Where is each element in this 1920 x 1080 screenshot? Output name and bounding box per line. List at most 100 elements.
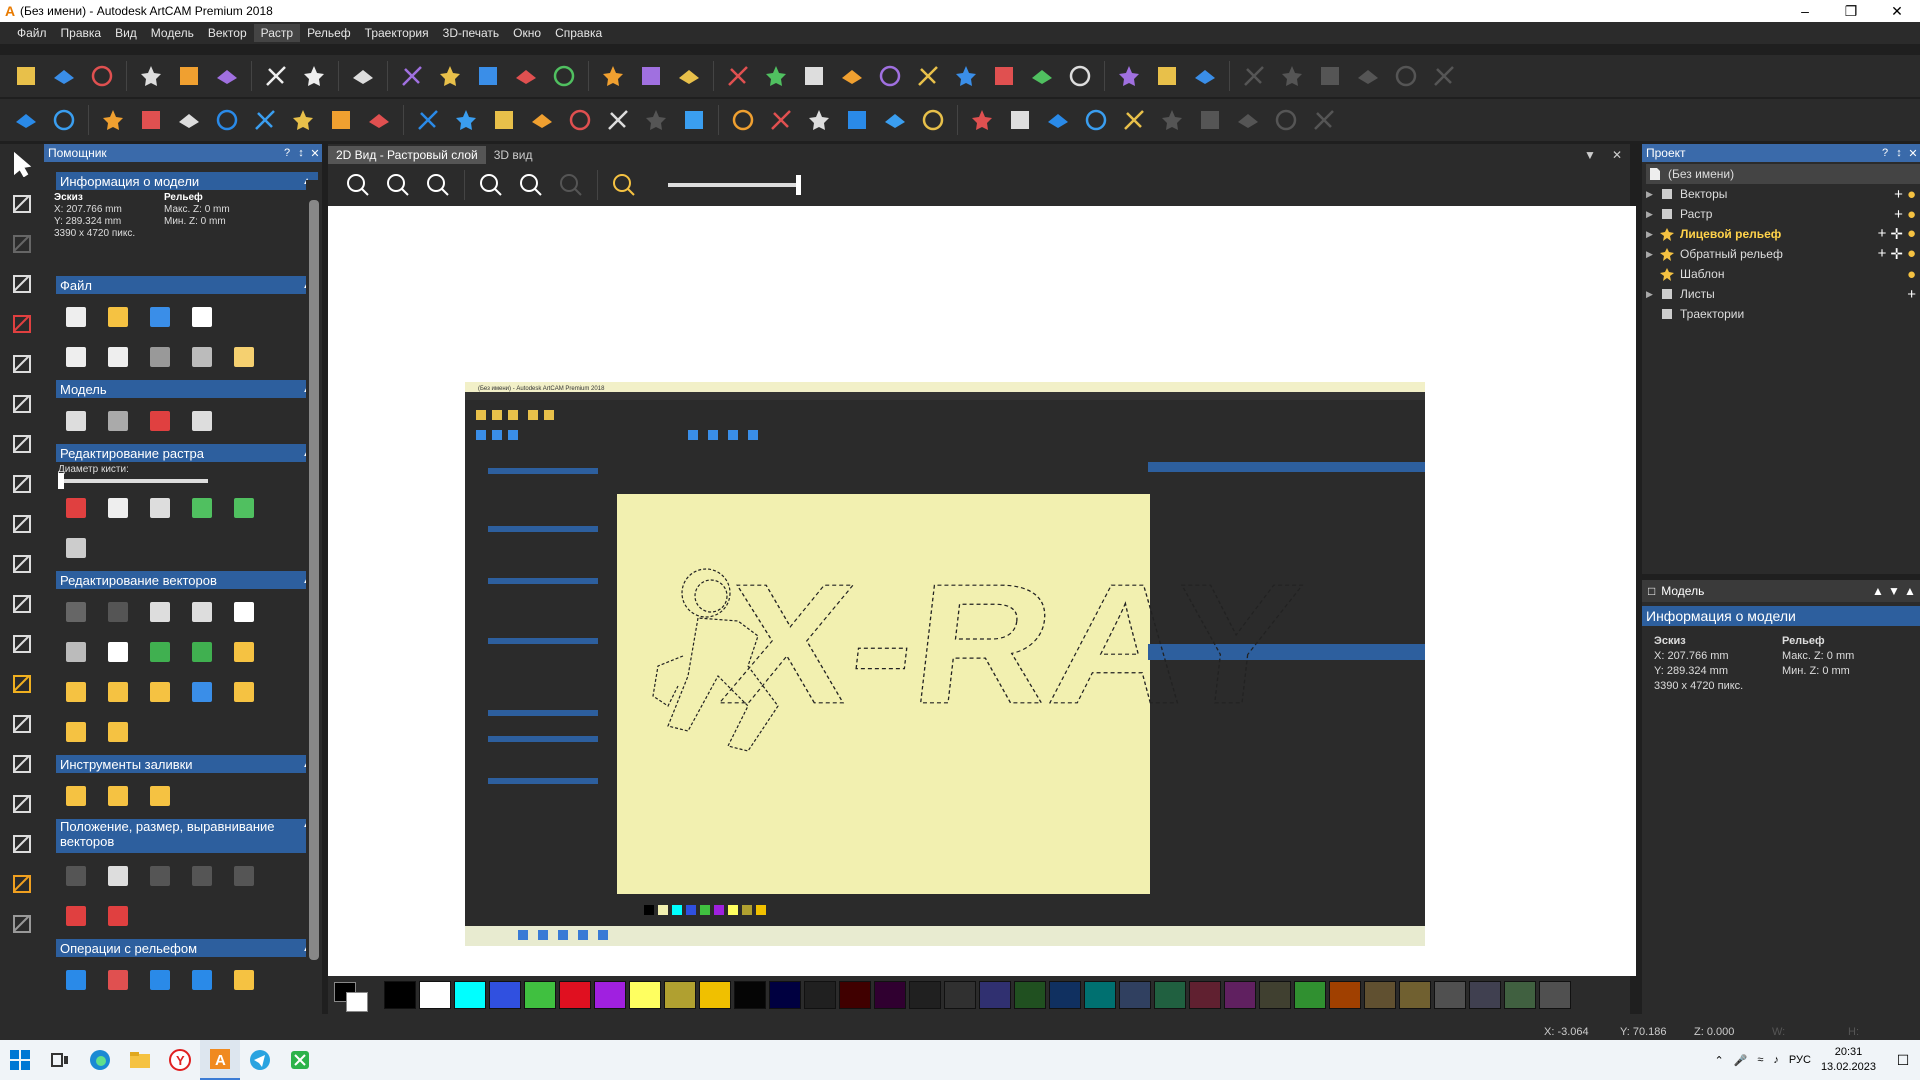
- tree-item-3[interactable]: ▶ Обратный рельеф + ✛ ●: [1646, 244, 1920, 264]
- disabled6-icon[interactable]: [1428, 60, 1460, 92]
- transform-icon[interactable]: [0, 224, 44, 264]
- boat2-icon[interactable]: [184, 963, 220, 997]
- box2-icon[interactable]: [765, 104, 797, 136]
- shape2-icon[interactable]: [879, 104, 911, 136]
- fill-bucket-icon[interactable]: [100, 491, 136, 525]
- color-swatch[interactable]: [909, 981, 941, 1009]
- telegram-icon[interactable]: [240, 1040, 280, 1080]
- plane-blue-icon[interactable]: [97, 104, 129, 136]
- color-swatch[interactable]: [874, 981, 906, 1009]
- drop-icon[interactable]: [0, 664, 44, 704]
- color-swatch[interactable]: [524, 981, 556, 1009]
- expand-arrow-icon[interactable]: ▶: [1646, 209, 1658, 220]
- layer-yellow-icon[interactable]: [287, 104, 319, 136]
- pencil-icon[interactable]: [58, 491, 94, 525]
- text-icon[interactable]: [226, 595, 262, 629]
- color-swatch[interactable]: [1224, 981, 1256, 1009]
- polyline-icon[interactable]: [142, 779, 178, 813]
- new-file-icon[interactable]: [58, 300, 94, 334]
- folder-star-icon[interactable]: [722, 60, 754, 92]
- expand-arrow-icon[interactable]: ▶: [1646, 189, 1658, 200]
- color-swatch[interactable]: [839, 981, 871, 1009]
- color-swatch[interactable]: [1399, 981, 1431, 1009]
- pin-icon[interactable]: ▲: [1872, 584, 1888, 598]
- triangle-icon[interactable]: [100, 675, 136, 709]
- tabs-close-icon[interactable]: ✕: [1604, 146, 1630, 164]
- waffle-icon[interactable]: [249, 104, 281, 136]
- save-icon[interactable]: [142, 300, 178, 334]
- bulb-icon[interactable]: ●: [1907, 245, 1916, 263]
- layer-orange-icon[interactable]: [325, 104, 357, 136]
- color-swatch[interactable]: [699, 981, 731, 1009]
- resize-model-icon[interactable]: [58, 404, 94, 438]
- eraser-icon[interactable]: [135, 104, 167, 136]
- undo-icon[interactable]: [58, 340, 94, 374]
- close-icon[interactable]: ✕: [1874, 0, 1920, 22]
- color-swatch[interactable]: [1294, 981, 1326, 1009]
- magnify-icon[interactable]: [100, 635, 136, 669]
- zoom-fit-icon[interactable]: [422, 169, 454, 201]
- zoom-icon[interactable]: [10, 104, 42, 136]
- zoom-slider-knob[interactable]: [796, 175, 801, 195]
- drawing-canvas[interactable]: (Без имени) - Autodesk ArtCAM Premium 20…: [328, 206, 1636, 976]
- color-swatch[interactable]: [1259, 981, 1291, 1009]
- mirror-icon[interactable]: [434, 60, 466, 92]
- menu-item-4[interactable]: Вектор: [201, 24, 254, 42]
- open-folder-icon[interactable]: [48, 60, 80, 92]
- tree-root[interactable]: (Без имени): [1646, 164, 1920, 184]
- volume-icon[interactable]: ♪: [1773, 1054, 1779, 1066]
- tree-item-6[interactable]: Траектории: [1646, 304, 1920, 324]
- tree-item-4[interactable]: Шаблон ●: [1646, 264, 1920, 284]
- layers-icon[interactable]: [917, 104, 949, 136]
- disabled1-icon[interactable]: [1238, 60, 1270, 92]
- close-icon[interactable]: ✕: [1906, 147, 1920, 160]
- vector-icon[interactable]: [760, 60, 792, 92]
- copy-icon[interactable]: [184, 340, 220, 374]
- pipette-icon[interactable]: [0, 864, 44, 904]
- menu-item-10[interactable]: Справка: [548, 24, 609, 42]
- paint-icon[interactable]: [226, 491, 262, 525]
- cut-icon[interactable]: [135, 60, 167, 92]
- expand-arrow-icon[interactable]: ▶: [1646, 289, 1658, 300]
- position-icon[interactable]: [100, 859, 136, 893]
- current-color-swatch[interactable]: [334, 982, 374, 1014]
- zoom-box-icon[interactable]: [515, 169, 547, 201]
- boat-icon[interactable]: [142, 963, 178, 997]
- lasso-icon[interactable]: [0, 384, 44, 424]
- eraser-red-icon[interactable]: [100, 963, 136, 997]
- calculator-icon[interactable]: [548, 60, 580, 92]
- arrow-curve-icon[interactable]: [58, 675, 94, 709]
- burst-icon[interactable]: [874, 60, 906, 92]
- fill-pattern-icon[interactable]: [100, 779, 136, 813]
- expand-arrow-icon[interactable]: ▶: [1646, 229, 1658, 240]
- color-swatch[interactable]: [1364, 981, 1396, 1009]
- tree-item-5[interactable]: ▶ Листы +: [1646, 284, 1920, 304]
- color-swatch[interactable]: [804, 981, 836, 1009]
- calculator-icon[interactable]: [184, 404, 220, 438]
- expand-arrow-icon[interactable]: ▶: [1646, 249, 1658, 260]
- smooth-icon[interactable]: [0, 784, 44, 824]
- polyline-icon[interactable]: [0, 424, 44, 464]
- menu-item-0[interactable]: Файл: [10, 24, 54, 42]
- add-icon[interactable]: +: [1894, 186, 1903, 203]
- zoom-slider[interactable]: [668, 175, 801, 195]
- polyline-icon[interactable]: [1189, 60, 1221, 92]
- add-icon[interactable]: +: [1878, 225, 1887, 243]
- grid-icon[interactable]: [142, 595, 178, 629]
- color-swatch[interactable]: [1154, 981, 1186, 1009]
- tab-2d-view[interactable]: 2D Вид - Растровый слой: [328, 146, 486, 164]
- color-swatch[interactable]: [1014, 981, 1046, 1009]
- color-swatch[interactable]: [1539, 981, 1571, 1009]
- add-green-icon[interactable]: [142, 635, 178, 669]
- model-info-header[interactable]: Информация о модели: [1642, 606, 1920, 626]
- eraser2-icon[interactable]: [0, 824, 44, 864]
- line-tool-icon[interactable]: [58, 531, 94, 565]
- close-icon[interactable]: ✕: [308, 147, 322, 160]
- color-swatch[interactable]: [559, 981, 591, 1009]
- path-icon[interactable]: [226, 859, 262, 893]
- book-icon[interactable]: [1118, 104, 1150, 136]
- color-swatch[interactable]: [734, 981, 766, 1009]
- box3-icon[interactable]: [803, 104, 835, 136]
- color-swatch[interactable]: [1504, 981, 1536, 1009]
- collapse-icon[interactable]: ▲: [1904, 584, 1920, 598]
